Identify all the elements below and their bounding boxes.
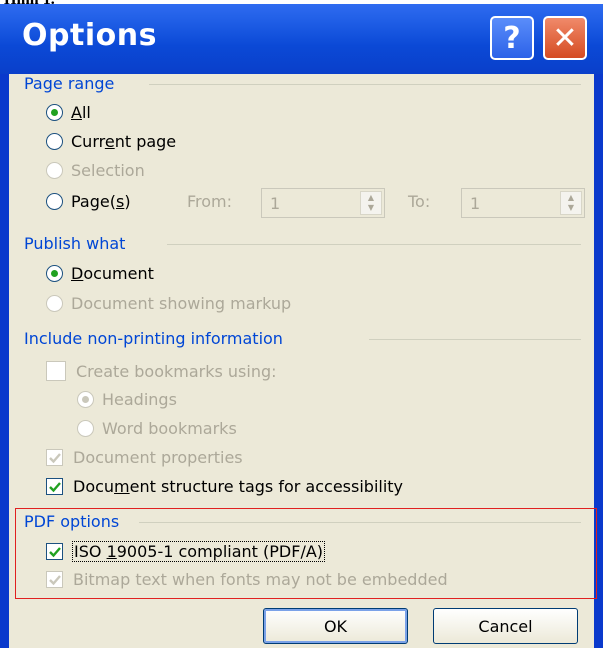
close-button[interactable]: ✕ — [543, 16, 587, 60]
checkbox-doc-properties-label: Document properties — [73, 448, 243, 467]
radio-document-markup-label: Document showing markup — [71, 294, 292, 313]
checkbox-structure-tags-label: Document structure tags for accessibilit… — [73, 477, 404, 496]
radio-word-bookmarks-label: Word bookmarks — [102, 419, 237, 438]
spin-up-icon: ▲ — [567, 193, 575, 202]
radio-all-button[interactable] — [46, 104, 63, 121]
checkbox-doc-properties: Document properties — [46, 448, 243, 467]
to-spinner: 1 ▲ ▼ — [461, 188, 585, 218]
radio-selection: Selection — [46, 161, 145, 180]
group-divider — [139, 522, 581, 523]
radio-document-button[interactable] — [46, 265, 63, 282]
cancel-button[interactable]: Cancel — [433, 608, 578, 644]
publish-what-group-label: Publish what — [24, 234, 126, 253]
close-icon: ✕ — [552, 20, 578, 56]
from-spinner: 1 ▲ ▼ — [261, 188, 385, 218]
spin-down-icon: ▼ — [367, 203, 375, 212]
radio-all[interactable]: All — [46, 103, 91, 122]
checkbox-create-bookmarks-label: Create bookmarks using: — [76, 361, 277, 381]
help-button[interactable]: ? — [490, 16, 534, 60]
radio-headings-button — [77, 391, 94, 408]
checkmark-icon — [49, 453, 61, 464]
options-dialog: Options ? ✕ Page range All Current page … — [0, 4, 603, 648]
radio-document-label: Document — [71, 264, 154, 283]
pdf-options-group-label: PDF options — [24, 512, 120, 531]
checkmark-icon — [49, 547, 61, 558]
spin-up-icon: ▲ — [367, 193, 375, 202]
radio-all-label: All — [71, 103, 91, 122]
checkbox-bitmap-label: Bitmap text when fonts may not be embedd… — [73, 570, 448, 589]
from-value: 1 — [270, 194, 281, 213]
radio-document-markup-button — [46, 295, 63, 312]
radio-current-page-button[interactable] — [46, 133, 63, 150]
radio-current-page[interactable]: Current page — [46, 132, 176, 151]
radio-word-bookmarks-button — [77, 420, 94, 437]
page-range-group-label: Page range — [24, 74, 115, 93]
radio-selection-button — [46, 162, 63, 179]
group-divider — [369, 339, 581, 340]
help-icon: ? — [503, 20, 521, 56]
radio-document[interactable]: Document — [46, 264, 154, 283]
group-divider — [149, 84, 581, 85]
to-spin-arrows: ▲ ▼ — [560, 191, 582, 215]
to-label: To: — [408, 192, 431, 211]
from-spin-arrows: ▲ ▼ — [360, 191, 382, 215]
radio-headings-label: Headings — [102, 390, 177, 409]
checkbox-create-bookmarks-box — [46, 361, 66, 381]
radio-pages-button[interactable] — [46, 193, 63, 210]
checkbox-bitmap: Bitmap text when fonts may not be embedd… — [46, 570, 448, 589]
ok-button[interactable]: OK — [263, 608, 408, 644]
from-label: From: — [187, 192, 233, 211]
radio-headings: Headings — [77, 390, 177, 409]
to-value: 1 — [470, 194, 481, 213]
dialog-title: Options — [22, 18, 157, 53]
non-printing-group-label: Include non-printing information — [24, 329, 283, 348]
radio-current-page-label: Current page — [71, 132, 177, 151]
title-bar[interactable]: Options ? ✕ — [0, 4, 603, 74]
checkmark-icon — [49, 575, 61, 586]
radio-selection-label: Selection — [71, 161, 145, 180]
checkbox-iso-label: ISO 19005-1 compliant (PDF/A) — [71, 541, 326, 562]
radio-pages-label: Page(s) — [71, 192, 131, 211]
radio-word-bookmarks: Word bookmarks — [77, 419, 237, 438]
checkbox-iso-box[interactable] — [46, 543, 63, 560]
radio-pages[interactable]: Page(s) — [46, 192, 131, 211]
checkbox-doc-properties-box — [46, 449, 63, 466]
group-divider — [167, 244, 581, 245]
checkbox-bitmap-box — [46, 571, 63, 588]
checkbox-structure-tags-box[interactable] — [46, 478, 63, 495]
checkbox-structure-tags[interactable]: Document structure tags for accessibilit… — [46, 477, 403, 496]
radio-document-markup: Document showing markup — [46, 294, 291, 313]
checkbox-iso[interactable]: ISO 19005-1 compliant (PDF/A) — [46, 541, 326, 562]
spin-down-icon: ▼ — [567, 203, 575, 212]
checkbox-create-bookmarks: Create bookmarks using: — [46, 361, 277, 381]
dialog-client-area: Page range All Current page Selection Pa… — [9, 74, 597, 648]
checkmark-icon — [49, 482, 61, 493]
